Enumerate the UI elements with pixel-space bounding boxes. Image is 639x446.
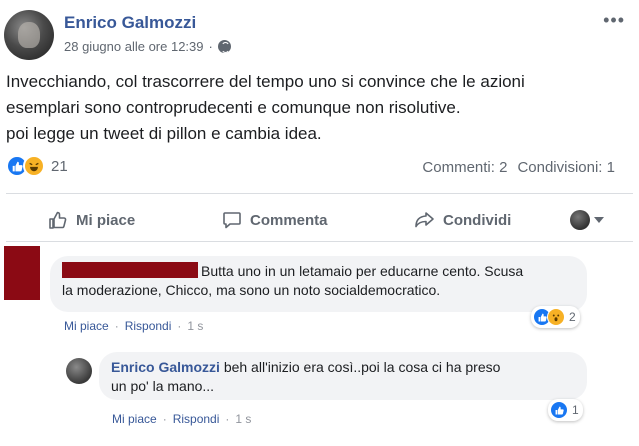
comment-reactions[interactable]: 2 xyxy=(531,306,580,328)
reply-timestamp[interactable]: 1 s xyxy=(235,412,251,426)
shares-count-link[interactable]: Condivisioni: 1 xyxy=(517,159,615,176)
comment-icon xyxy=(223,212,241,229)
thumbs-up-icon xyxy=(49,211,67,229)
commenter-avatar-redacted[interactable] xyxy=(4,246,40,300)
comment-reply-link[interactable]: Rispondi xyxy=(125,319,172,333)
haha-reaction-icon xyxy=(23,155,45,177)
comment-as-selector[interactable] xyxy=(570,201,604,239)
like-button-label: Mi piace xyxy=(76,211,136,229)
post-date[interactable]: 28 giugno alle ore 12:39 xyxy=(64,39,204,54)
post-text-line: poi legge un tweet di pillon e cambia id… xyxy=(6,124,322,143)
post-author-name[interactable]: Enrico Galmozzi xyxy=(64,13,196,33)
reply-actions: Mi piace · Rispondi · 1 s xyxy=(112,412,251,426)
post-text-line: Invecchiando, col trascorrere del tempo … xyxy=(6,72,525,91)
meta-separator: · xyxy=(208,39,213,54)
reply-text: beh all'inizio era così..poi la cosa ci … xyxy=(223,359,501,375)
reply-like-link[interactable]: Mi piace xyxy=(112,412,157,426)
comments-count-link[interactable]: Commenti: 2 xyxy=(422,159,507,176)
comment-timestamp[interactable]: 1 s xyxy=(187,319,203,333)
share-icon xyxy=(415,212,434,228)
post-action-bar: Mi piace Commenta Condividi xyxy=(0,201,639,239)
comment-text-line: Butta uno in un letamaio per educarne ce… xyxy=(62,262,575,281)
wow-reaction-icon xyxy=(547,308,565,326)
comment-text-line: un po' la mano... xyxy=(111,378,215,394)
divider xyxy=(6,241,633,242)
separator: · xyxy=(225,412,230,426)
comment-reaction-count: 2 xyxy=(569,310,576,324)
comment-button-label: Commenta xyxy=(250,211,328,229)
reply-reply-link[interactable]: Rispondi xyxy=(173,412,220,426)
post-text-line: esemplari sono controprudecenti e comunq… xyxy=(6,98,461,117)
separator: · xyxy=(162,412,167,426)
like-button[interactable]: Mi piace xyxy=(48,201,135,239)
like-reaction-icon xyxy=(550,401,568,419)
reply-reaction-count: 1 xyxy=(572,403,579,417)
globe-icon[interactable] xyxy=(217,40,231,53)
comment-text: Butta uno in un letamaio per educarne ce… xyxy=(201,263,524,279)
post-reactions[interactable]: 21 xyxy=(6,155,68,177)
post-stats: Commenti: 2 Condivisioni: 1 xyxy=(422,159,615,176)
reply-author-avatar[interactable] xyxy=(66,358,92,384)
redacted-author-name xyxy=(62,262,198,278)
comment-bubble: Butta uno in un letamaio per educarne ce… xyxy=(50,256,587,312)
comment-actions: Mi piace · Rispondi · 1 s xyxy=(64,319,203,333)
reply-author-name[interactable]: Enrico Galmozzi xyxy=(111,359,220,375)
post-meta: 28 giugno alle ore 12:39 · xyxy=(64,39,231,54)
separator: · xyxy=(114,319,119,333)
more-options-icon[interactable]: ••• xyxy=(603,10,625,31)
reaction-count[interactable]: 21 xyxy=(51,158,68,175)
chevron-down-icon xyxy=(594,217,604,223)
share-button[interactable]: Condividi xyxy=(413,201,511,239)
author-avatar[interactable] xyxy=(4,10,54,60)
avatar xyxy=(570,210,590,230)
facebook-post: Enrico Galmozzi 28 giugno alle ore 12:39… xyxy=(0,0,639,446)
comment-text-line: Enrico Galmozzi beh all'inizio era così.… xyxy=(111,358,575,377)
divider xyxy=(6,193,633,194)
post-text: Invecchiando, col trascorrere del tempo … xyxy=(6,69,626,147)
share-button-label: Condividi xyxy=(443,211,512,229)
comment-text-line: la moderazione, Chicco, ma sono un noto … xyxy=(62,282,441,298)
comment-button[interactable]: Commenta xyxy=(222,201,328,239)
reply-reactions[interactable]: 1 xyxy=(548,399,583,421)
separator: · xyxy=(177,319,182,333)
comment-like-link[interactable]: Mi piace xyxy=(64,319,109,333)
reply-bubble: Enrico Galmozzi beh all'inizio era così.… xyxy=(99,352,587,400)
